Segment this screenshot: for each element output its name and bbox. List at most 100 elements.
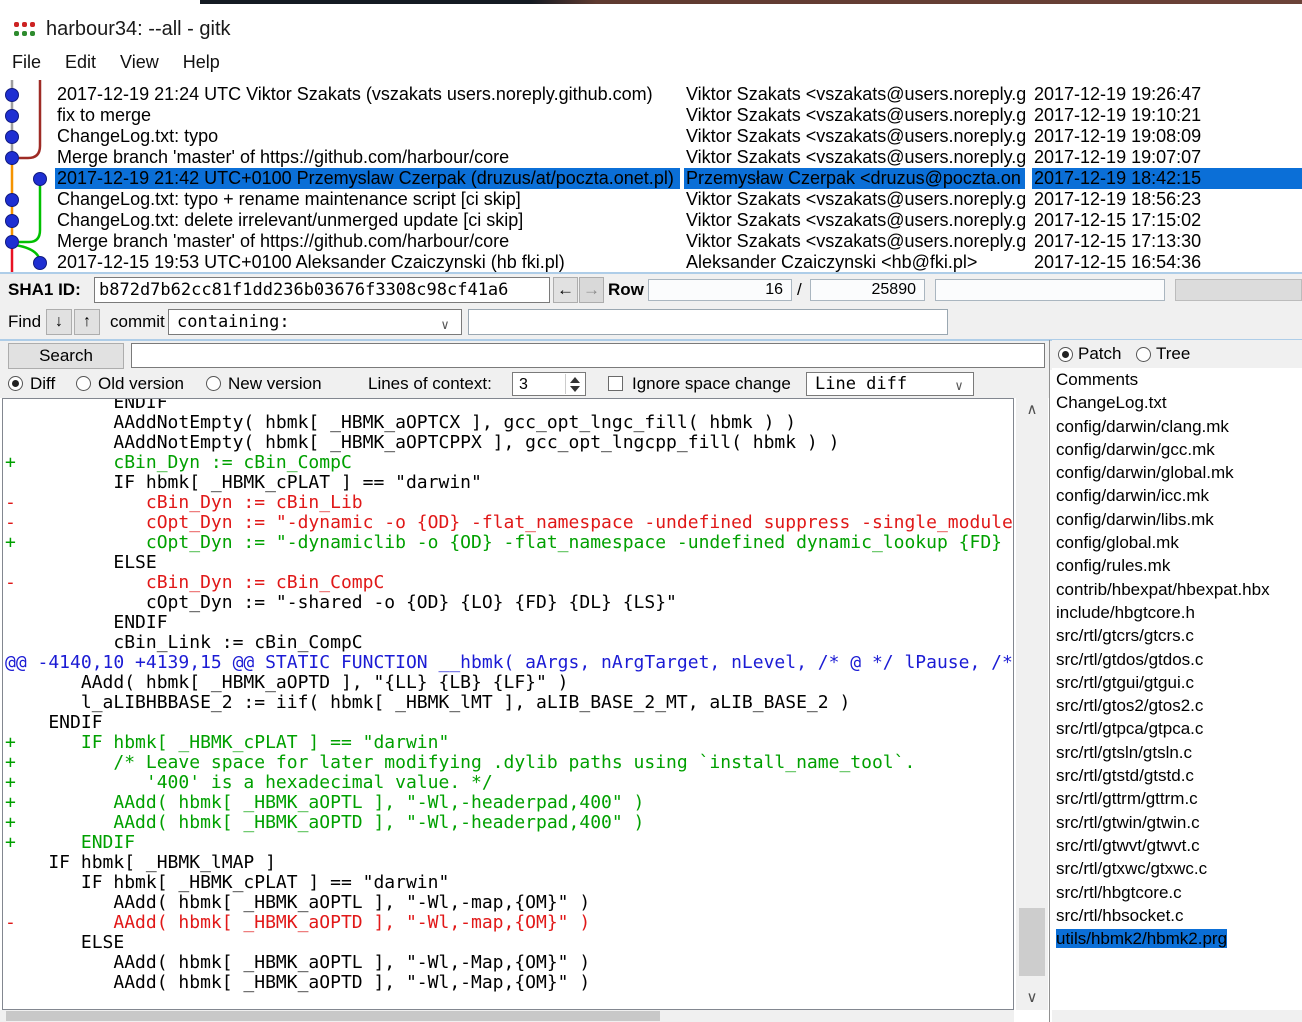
file-list-item[interactable]: src/rtl/gtdos/gtdos.c — [1052, 648, 1302, 671]
menu-view[interactable]: View — [108, 48, 171, 73]
forward-button[interactable]: → — [579, 277, 604, 303]
commit-row-message[interactable]: fix to merge — [55, 105, 680, 126]
file-list-item[interactable]: src/rtl/gtxwc/gtxwc.c — [1052, 857, 1302, 880]
spinner-arrows-icon[interactable] — [565, 374, 584, 394]
file-list-item[interactable]: utils/hbmk2/hbmk2.prg — [1052, 927, 1302, 950]
file-list-item[interactable]: src/rtl/gtsln/gtsln.c — [1052, 741, 1302, 764]
diff-view[interactable]: ENDIF AAddNotEmpty( hbmk[ _HBMK_aOPTCX ]… — [2, 398, 1014, 1010]
file-list-item[interactable]: ChangeLog.txt — [1052, 391, 1302, 414]
file-list-item[interactable]: src/rtl/gttrm/gttrm.c — [1052, 787, 1302, 810]
file-list-item[interactable]: src/rtl/gtgui/gtgui.c — [1052, 671, 1302, 694]
find-down-button[interactable]: ↓ — [46, 309, 72, 335]
commit-row-author[interactable]: Viktor Szakats <vszakats@users.noreply.g — [684, 147, 1025, 168]
commit-row-message[interactable]: 2017-12-19 21:24 UTC Viktor Szakats (vsz… — [55, 84, 680, 105]
diff-line-ctx: ELSE — [5, 933, 1014, 953]
commit-row-date[interactable]: 2017-12-15 17:15:02 — [1032, 210, 1302, 231]
diff-mode-dropdown[interactable]: Line diff ∨ — [806, 372, 974, 396]
diff-radio[interactable] — [8, 376, 23, 391]
row-label: Row — [608, 274, 644, 306]
commit-row-author[interactable]: Viktor Szakats <vszakats@users.noreply.g — [684, 84, 1025, 105]
commit-row-date[interactable]: 2017-12-19 18:56:23 — [1032, 189, 1302, 210]
menu-edit[interactable]: Edit — [53, 48, 108, 73]
scrollbar-thumb[interactable] — [6, 1011, 660, 1021]
menu-help[interactable]: Help — [171, 48, 232, 73]
ignore-space-checkbox[interactable] — [608, 376, 623, 391]
file-list-item[interactable]: src/rtl/hbgtcore.c — [1052, 881, 1302, 904]
file-list-item[interactable]: config/darwin/global.mk — [1052, 461, 1302, 484]
file-list-item[interactable]: contrib/hbexpat/hbexpat.hbx — [1052, 578, 1302, 601]
file-name: src/rtl/gtcrs/gtcrs.c — [1056, 626, 1194, 645]
commit-row-author[interactable]: Przemysław Czerpak <druzus@poczta.on — [684, 168, 1025, 189]
scrollbar-thumb[interactable] — [1019, 908, 1045, 976]
commit-row-message[interactable]: ChangeLog.txt: typo + rename maintenance… — [55, 189, 680, 210]
diff-line-ctx: cBin_Link := cBin_CompC — [5, 633, 1014, 653]
commit-row-author[interactable]: Viktor Szakats <vszakats@users.noreply.g — [684, 210, 1025, 231]
commit-row-author[interactable]: Aleksander Czaiczynski <hb@fki.pl> — [684, 252, 1025, 273]
scroll-up-icon[interactable]: ∧ — [1016, 398, 1048, 422]
file-list-item[interactable]: src/rtl/gtwvt/gtwvt.c — [1052, 834, 1302, 857]
file-list-item[interactable]: Comments — [1052, 368, 1302, 391]
file-list-bottom-strip — [1052, 1010, 1302, 1022]
file-list-item[interactable]: src/rtl/gtcrs/gtcrs.c — [1052, 624, 1302, 647]
commit-list[interactable]: 2017-12-19 21:24 UTC Viktor Szakats (vsz… — [0, 80, 1302, 274]
file-list-item[interactable]: src/rtl/gtos2/gtos2.c — [1052, 694, 1302, 717]
commit-row-date[interactable]: 2017-12-15 17:13:30 — [1032, 231, 1302, 252]
commit-message-column: 2017-12-19 21:24 UTC Viktor Szakats (vsz… — [55, 84, 680, 273]
back-button[interactable]: ← — [553, 277, 578, 303]
menu-file[interactable]: File — [0, 48, 53, 73]
file-list-item[interactable]: src/rtl/gtpca/gtpca.c — [1052, 717, 1302, 740]
diff-horizontal-scrollbar[interactable] — [0, 1010, 1014, 1022]
commit-row-date[interactable]: 2017-12-19 19:08:09 — [1032, 126, 1302, 147]
file-list-item[interactable]: config/darwin/icc.mk — [1052, 484, 1302, 507]
commit-row-message[interactable]: Merge branch 'master' of https://github.… — [55, 147, 680, 168]
file-list-item[interactable]: config/global.mk — [1052, 531, 1302, 554]
diff-line-ctx: ENDIF — [5, 613, 1014, 633]
commit-label: commit — [110, 306, 165, 338]
file-name: config/darwin/clang.mk — [1056, 417, 1229, 436]
file-name: src/rtl/gtdos/gtdos.c — [1056, 650, 1203, 669]
sha1-input[interactable] — [94, 277, 550, 303]
commit-row-date[interactable]: 2017-12-19 19:26:47 — [1032, 84, 1302, 105]
search-input[interactable] — [131, 343, 1045, 368]
file-list-item[interactable]: config/darwin/gcc.mk — [1052, 438, 1302, 461]
sha1-label: SHA1 ID: — [8, 274, 81, 306]
file-list-item[interactable]: include/hbgtcore.h — [1052, 601, 1302, 624]
find-query-input[interactable] — [468, 309, 948, 335]
diff-line-add: + /* Leave space for later modifying .dy… — [5, 753, 1014, 773]
commit-row-author[interactable]: Viktor Szakats <vszakats@users.noreply.g — [684, 126, 1025, 147]
patch-radio[interactable] — [1058, 347, 1073, 362]
search-button[interactable]: Search — [8, 343, 124, 369]
commit-row-author[interactable]: Viktor Szakats <vszakats@users.noreply.g — [684, 105, 1025, 126]
commit-row-date[interactable]: 2017-12-19 18:42:15 — [1032, 168, 1302, 189]
commit-row-message[interactable]: ChangeLog.txt: typo — [55, 126, 680, 147]
scroll-down-icon[interactable]: ∨ — [1016, 986, 1048, 1010]
file-list-item[interactable]: config/darwin/libs.mk — [1052, 508, 1302, 531]
old-version-radio[interactable] — [76, 376, 91, 391]
commit-row-message[interactable]: Merge branch 'master' of https://github.… — [55, 231, 680, 252]
file-list-item[interactable]: src/rtl/gtwin/gtwin.c — [1052, 811, 1302, 834]
file-name: Comments — [1056, 370, 1138, 389]
commit-row-date[interactable]: 2017-12-19 19:10:21 — [1032, 105, 1302, 126]
commit-row-date[interactable]: 2017-12-19 19:07:07 — [1032, 147, 1302, 168]
commit-row-message[interactable]: 2017-12-19 21:42 UTC+0100 Przemyslaw Cze… — [55, 168, 680, 189]
commit-row-message[interactable]: ChangeLog.txt: delete irrelevant/unmerge… — [55, 210, 680, 231]
commit-row-message[interactable]: 2017-12-15 19:53 UTC+0100 Aleksander Cza… — [55, 252, 680, 273]
diff-vertical-scrollbar[interactable]: ∧ ∨ — [1016, 398, 1048, 1010]
commit-graph — [0, 80, 55, 274]
file-list-item[interactable]: src/rtl/hbsocket.c — [1052, 904, 1302, 927]
file-list-item[interactable]: config/rules.mk — [1052, 554, 1302, 577]
file-list[interactable]: Comments ChangeLog.txt config/darwin/clang… — [1052, 368, 1302, 1010]
row-total-field: 25890 — [810, 279, 925, 301]
commit-row-date[interactable]: 2017-12-15 16:54:36 — [1032, 252, 1302, 273]
new-version-radio[interactable] — [206, 376, 221, 391]
find-up-button[interactable]: ↑ — [74, 309, 100, 335]
commit-row-author[interactable]: Viktor Szakats <vszakats@users.noreply.g — [684, 189, 1025, 210]
commit-row-author[interactable]: Viktor Szakats <vszakats@users.noreply.g — [684, 231, 1025, 252]
tree-radio[interactable] — [1136, 347, 1151, 362]
file-list-item[interactable]: src/rtl/gtstd/gtstd.c — [1052, 764, 1302, 787]
lines-of-context-spinner[interactable]: 3 — [512, 372, 586, 396]
row-separator: / — [797, 274, 802, 306]
file-list-item[interactable]: config/darwin/clang.mk — [1052, 415, 1302, 438]
match-mode-dropdown[interactable]: containing: ∨ — [168, 309, 462, 335]
diff-line-ctx: AAddNotEmpty( hbmk[ _HBMK_aOPTCX ], gcc_… — [5, 413, 1014, 433]
